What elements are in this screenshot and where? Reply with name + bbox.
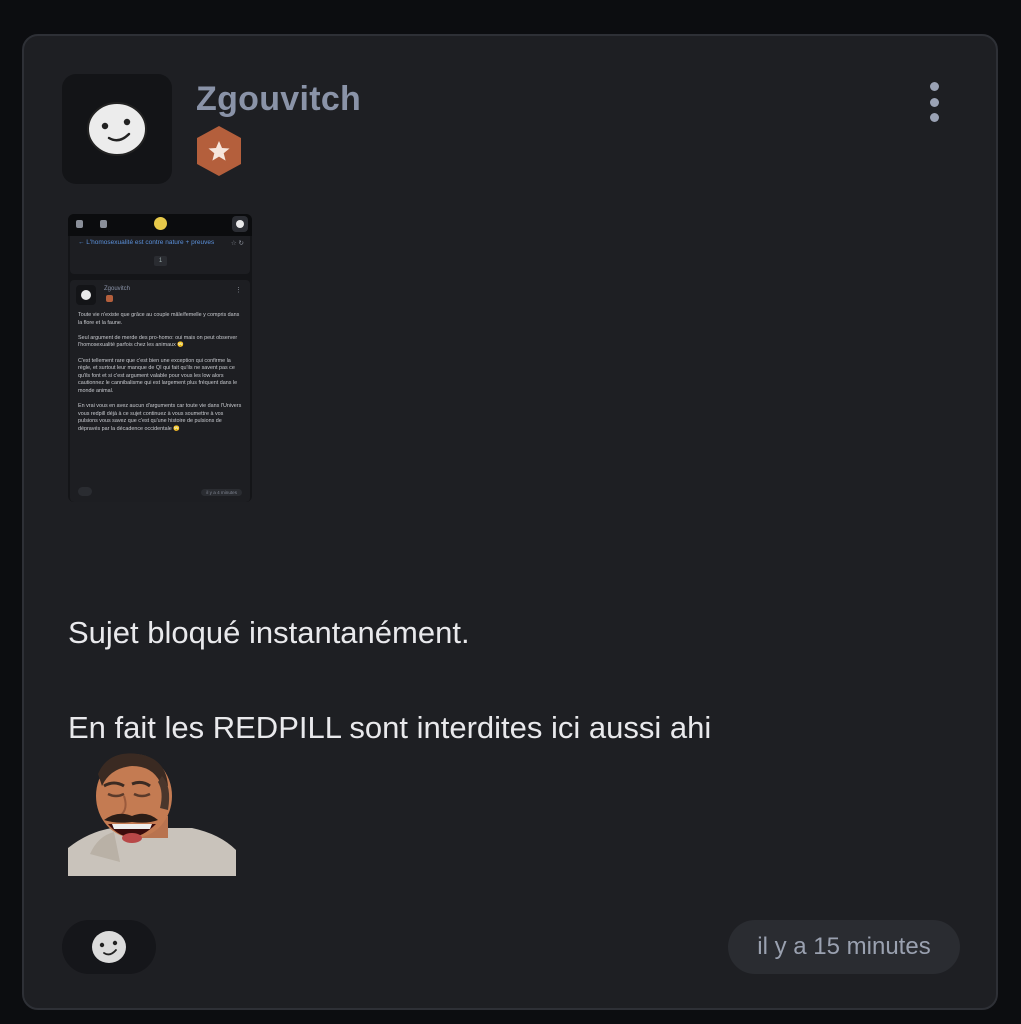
emoji-face-icon <box>154 217 167 230</box>
avatar <box>232 216 248 232</box>
message-line: Sujet bloqué instantanément. <box>68 615 470 650</box>
message-line: En fait les REDPILL sont interdites ici … <box>68 710 712 745</box>
topic-title: ← L'homosexualité est contre nature + pr… <box>78 239 215 246</box>
star-hexagon-icon <box>197 126 241 176</box>
smile-face-icon <box>92 931 126 963</box>
post-menu-button[interactable] <box>922 82 946 122</box>
post-timestamp: il y a 15 minutes <box>728 920 960 974</box>
smile-face-icon <box>87 102 147 156</box>
screenshot-text: Toute vie n'existe que grâce au couple m… <box>78 312 242 432</box>
reaction-button[interactable] <box>62 920 156 974</box>
topic-icons: ☆ ↻ <box>230 240 244 247</box>
author-name[interactable]: Zgouvitch <box>196 80 361 119</box>
avatar <box>76 285 96 305</box>
screenshot-time: il y a 4 minutes <box>201 489 242 496</box>
screenshot-topic-bar: ← L'homosexualité est contre nature + pr… <box>70 236 250 274</box>
author-avatar[interactable] <box>62 74 172 184</box>
screenshot-post: Zgouvitch ⋮ Toute vie n'existe que grâce… <box>70 280 250 502</box>
badge-icon <box>106 295 113 302</box>
bell-icon <box>100 220 107 228</box>
risitas-laughing-sticker <box>68 753 236 876</box>
pin-icon <box>76 220 83 228</box>
post-message: Sujet bloqué instantanément. En fait les… <box>68 614 948 747</box>
attached-screenshot[interactable]: ← L'homosexualité est contre nature + pr… <box>68 214 252 502</box>
post-card: Zgouvitch ← L'homosexualité est contre n… <box>22 34 998 1010</box>
vertical-dots-icon <box>929 82 939 91</box>
screenshot-author: Zgouvitch <box>104 286 131 292</box>
screenshot-topbar <box>68 214 252 236</box>
page-number: 1 <box>154 256 167 266</box>
more-icon: ⋮ <box>235 287 242 294</box>
reaction-icon <box>78 487 92 496</box>
